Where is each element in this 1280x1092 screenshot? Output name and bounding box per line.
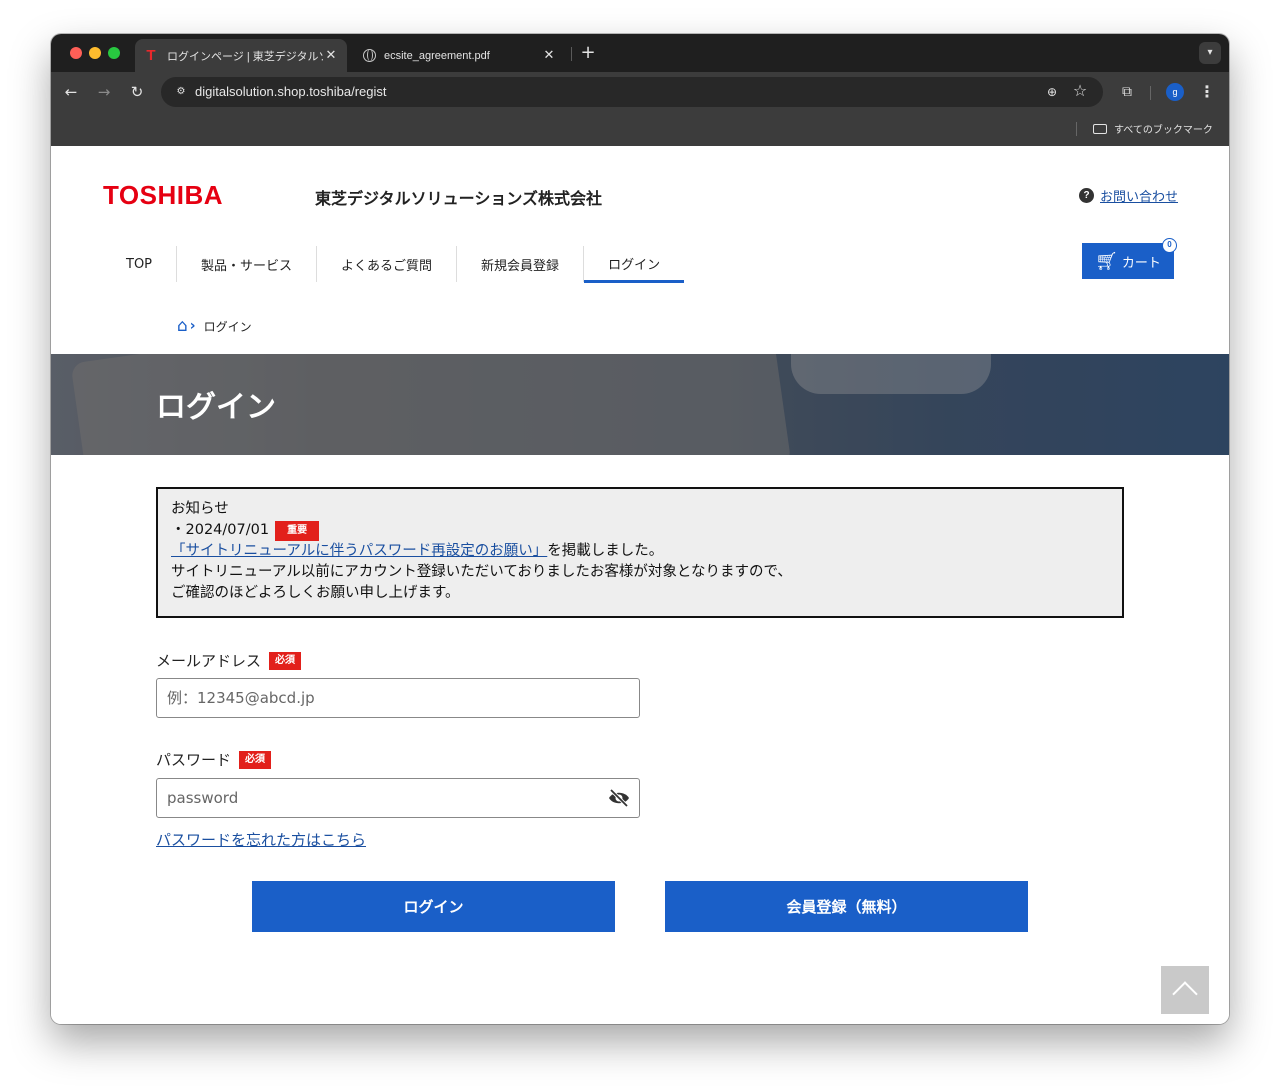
new-tab-button[interactable]: + xyxy=(577,42,599,64)
forward-arrow-icon[interactable]: → xyxy=(94,82,114,102)
register-button[interactable]: 会員登録（無料） xyxy=(665,881,1028,932)
notice-heading: お知らせ xyxy=(171,501,229,517)
globe-icon xyxy=(363,49,376,62)
nav-item-faq[interactable]: よくあるご質問 xyxy=(317,246,458,282)
contact-link-group[interactable]: ? お問い合わせ xyxy=(1079,186,1178,205)
tab-strip: T ログインページ | 東芝デジタルソリ ✕ ecsite_agreement.… xyxy=(51,34,1229,72)
hero-banner: ログイン xyxy=(51,354,1229,455)
notice-date: ・2024/07/01 xyxy=(171,522,270,538)
nav-item-products[interactable]: 製品・サービス xyxy=(177,246,318,282)
tab-title: ecsite_agreement.pdf xyxy=(384,49,490,62)
more-menu-icon[interactable]: ⋮ xyxy=(1199,82,1215,102)
login-button[interactable]: ログイン xyxy=(252,881,615,932)
url-text[interactable]: digitalsolution.shop.toshiba/regist xyxy=(195,84,387,99)
screen: T ログインページ | 東芝デジタルソリ ✕ ecsite_agreement.… xyxy=(0,0,1280,1092)
breadcrumb: ⌂ › ログイン xyxy=(177,316,252,336)
cart-icon: 🛒︎ xyxy=(1095,250,1118,272)
tab-search-chevron-icon[interactable]: ▾ xyxy=(1199,42,1221,64)
company-name: 東芝デジタルソリューションズ株式会社 xyxy=(315,189,603,208)
toshiba-favicon-icon: T xyxy=(146,46,156,64)
nav-item-register[interactable]: 新規会員登録 xyxy=(457,246,585,282)
important-badge: 重要 xyxy=(275,520,320,541)
tab-close-icon[interactable]: ✕ xyxy=(323,48,339,63)
page-top-button[interactable] xyxy=(1161,966,1209,1014)
profile-avatar[interactable]: g xyxy=(1166,83,1184,101)
forgot-password-link[interactable]: パスワードを忘れた方はこちら xyxy=(156,829,366,850)
web-page: TOSHIBA 東芝デジタルソリューションズ株式会社 ? お問い合わせ TOP … xyxy=(51,146,1229,1024)
email-label: メールアドレス xyxy=(156,652,262,670)
cart-button[interactable]: 🛒︎ カート 0 xyxy=(1082,238,1177,279)
home-icon[interactable]: ⌂ xyxy=(177,316,188,336)
global-nav: TOP 製品・サービス よくあるご質問 新規会員登録 ログイン xyxy=(111,246,685,286)
email-input[interactable] xyxy=(167,689,629,707)
email-label-row: メールアドレス 必須 xyxy=(156,650,302,671)
notice-date-row: ・2024/07/01 重要 xyxy=(171,520,1109,541)
notice-line-2: ご確認のほどよろしくお願い申し上げます。 xyxy=(171,585,460,601)
minimize-window-button[interactable] xyxy=(89,47,101,59)
chevron-right-icon: › xyxy=(189,318,196,334)
nav-item-login[interactable]: ログイン xyxy=(584,246,685,283)
notice-link-suffix: を掲載しました。 xyxy=(547,543,664,559)
cart-label: カート xyxy=(1121,255,1161,271)
cart-count-badge: 0 xyxy=(1162,238,1177,253)
zoom-icon[interactable]: ⊕ xyxy=(1043,83,1061,101)
nav-item-top[interactable]: TOP xyxy=(111,246,178,282)
bookmarks-separator xyxy=(1076,122,1077,136)
site-info-icon[interactable]: ⚙ xyxy=(173,85,189,99)
tab-title: ログインページ | 東芝デジタルソリ xyxy=(167,50,323,63)
address-bar[interactable]: ⚙ digitalsolution.shop.toshiba/regist ⊕ … xyxy=(161,77,1103,107)
tab-login-page[interactable]: T ログインページ | 東芝デジタルソリ ✕ xyxy=(135,39,347,72)
close-window-button[interactable] xyxy=(70,47,82,59)
tab-separator xyxy=(571,47,572,61)
password-field[interactable] xyxy=(156,778,640,818)
reload-icon[interactable]: ↻ xyxy=(127,82,147,102)
all-bookmarks-link[interactable]: すべてのブックマーク xyxy=(1114,121,1213,136)
browser-window: T ログインページ | 東芝デジタルソリ ✕ ecsite_agreement.… xyxy=(51,34,1229,1024)
back-arrow-icon[interactable]: ← xyxy=(61,82,81,102)
email-field[interactable] xyxy=(156,678,640,718)
toolbar-separator xyxy=(1150,86,1151,100)
maximize-window-button[interactable] xyxy=(108,47,120,59)
bookmarks-bar: すべてのブックマーク xyxy=(51,112,1229,146)
notice-box: お知らせ ・2024/07/01 重要 「サイトリニューアルに伴うパスワード再設… xyxy=(156,487,1124,618)
eye-slash-icon[interactable] xyxy=(607,788,631,808)
tab-agreement-pdf[interactable]: ecsite_agreement.pdf ✕ xyxy=(353,39,565,72)
browser-toolbar: ← → ↻ ⚙ digitalsolution.shop.toshiba/reg… xyxy=(51,72,1229,112)
folder-icon[interactable] xyxy=(1093,124,1107,134)
required-badge: 必須 xyxy=(239,750,272,769)
extensions-puzzle-icon[interactable]: ⧉ xyxy=(1117,82,1137,102)
notice-link-row: 「サイトリニューアルに伴うパスワード再設定のお願い」を掲載しました。 xyxy=(171,541,1109,562)
question-circle-icon: ? xyxy=(1079,188,1094,203)
password-label: パスワード xyxy=(156,751,232,769)
page-title: ログイン xyxy=(156,390,276,425)
toshiba-logo[interactable]: TOSHIBA xyxy=(103,180,223,211)
contact-link[interactable]: お問い合わせ xyxy=(1100,186,1178,205)
password-reset-notice-link[interactable]: 「サイトリニューアルに伴うパスワード再設定のお願い」 xyxy=(171,543,547,559)
password-label-row: パスワード 必須 xyxy=(156,749,272,770)
bookmark-star-icon[interactable]: ☆ xyxy=(1071,82,1089,100)
tab-close-icon[interactable]: ✕ xyxy=(541,48,557,63)
password-input[interactable] xyxy=(167,789,629,807)
required-badge: 必須 xyxy=(269,651,302,670)
notice-line-1: サイトリニューアル以前にアカウント登録いただいておりましたお客様が対象となります… xyxy=(171,564,792,580)
breadcrumb-current: ログイン xyxy=(203,319,252,334)
